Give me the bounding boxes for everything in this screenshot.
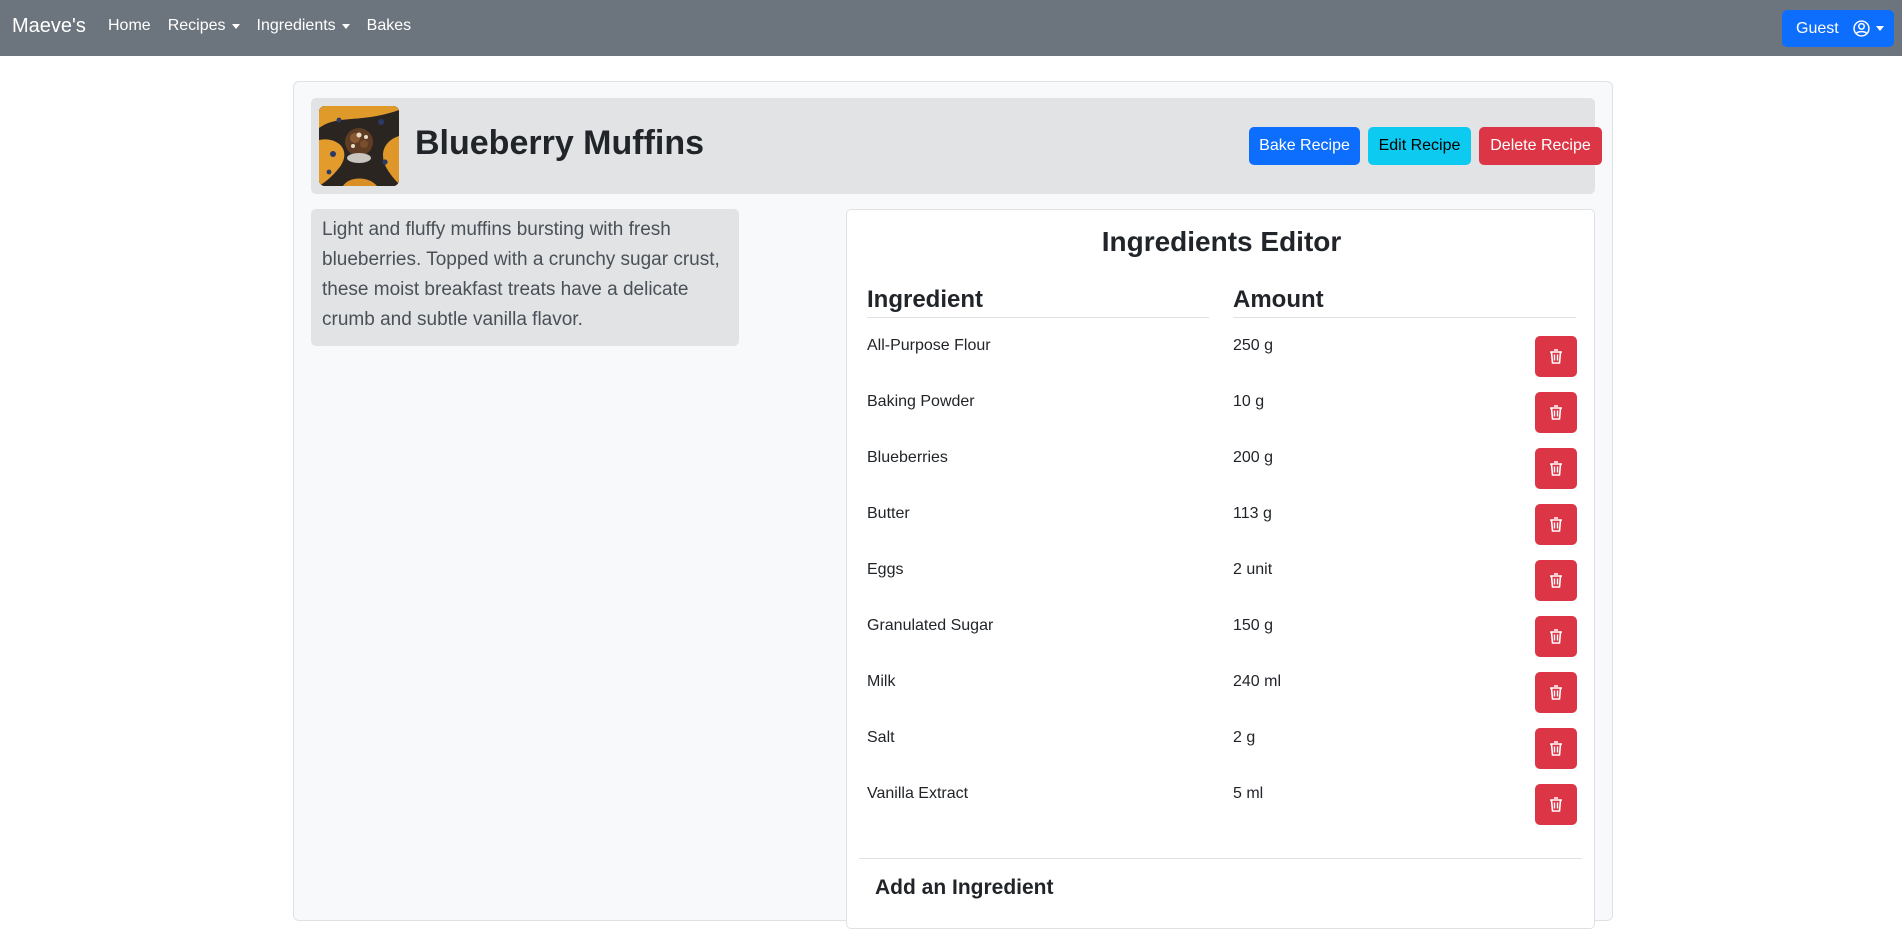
caret-down-icon (1875, 26, 1884, 31)
ingredient-name: All-Purpose Flour (867, 337, 991, 354)
trash-icon (1550, 685, 1562, 700)
navbar: Maeve's Home Recipes Ingredients Bakes G… (0, 0, 1902, 56)
bake-recipe-button[interactable]: Bake Recipe (1249, 127, 1360, 165)
nav-links: Home Recipes Ingredients Bakes (108, 17, 411, 35)
page-title: Blueberry Muffins (415, 124, 705, 162)
trash-icon (1550, 573, 1562, 588)
brand-link[interactable]: Maeve's (12, 15, 86, 38)
user-icon-group (1853, 20, 1884, 37)
ingredient-row: Milk 240 ml (847, 658, 1596, 714)
ingredient-row: Butter 113 g (847, 490, 1596, 546)
ingredient-amount: 150 g (1233, 617, 1274, 634)
ingredient-amount: 10 g (1233, 393, 1265, 410)
delete-ingredient-button[interactable] (1535, 616, 1577, 657)
ingredient-column-header: Ingredient (867, 286, 1209, 318)
ingredient-amount: 5 ml (1233, 785, 1264, 802)
ingredient-name: Salt (867, 729, 895, 746)
caret-down-icon (231, 23, 240, 29)
trash-icon (1550, 461, 1562, 476)
delete-ingredient-button[interactable] (1535, 336, 1577, 377)
ingredient-name: Milk (867, 673, 896, 690)
ingredient-row: Salt 2 g (847, 714, 1596, 770)
ingredient-row: All-Purpose Flour 250 g (847, 322, 1596, 378)
trash-icon (1550, 517, 1562, 532)
delete-ingredient-button[interactable] (1535, 784, 1577, 825)
ingredient-amount: 2 g (1233, 729, 1256, 746)
ingredient-name: Blueberries (867, 449, 948, 466)
user-menu-button[interactable]: Guest (1782, 10, 1894, 47)
nav-ingredients-label: Ingredients (256, 17, 336, 34)
ingredient-list: All-Purpose Flour 250 g Baking Powder 10… (847, 322, 1596, 826)
ingredient-amount: 113 g (1233, 505, 1272, 522)
ingredient-name: Baking Powder (867, 393, 975, 410)
user-menu-label: Guest (1796, 19, 1839, 37)
ingredient-name: Vanilla Extract (867, 785, 969, 802)
delete-ingredient-button[interactable] (1535, 672, 1577, 713)
caret-down-icon (341, 23, 350, 29)
ingredient-row: Granulated Sugar 150 g (847, 602, 1596, 658)
delete-ingredient-button[interactable] (1535, 504, 1577, 545)
recipe-card: Blueberry Muffins Bake Recipe Edit Recip… (293, 81, 1613, 929)
editor-title: Ingredients Editor (1101, 226, 1342, 257)
ingredient-row: Blueberries 200 g (847, 434, 1596, 490)
trash-icon (1550, 741, 1562, 756)
delete-ingredient-button[interactable] (1535, 560, 1577, 601)
nav-home-link[interactable]: Home (108, 17, 151, 35)
trash-icon (1550, 797, 1562, 812)
nav-bakes-link[interactable]: Bakes (367, 17, 411, 35)
trash-icon (1550, 405, 1562, 420)
recipe-description: Light and fluffy muffins bursting with f… (311, 209, 739, 346)
nav-recipes-dropdown[interactable]: Recipes (168, 17, 240, 35)
ingredient-name: Eggs (867, 561, 904, 578)
ingredient-row: Vanilla Extract 5 ml (847, 770, 1596, 826)
ingredient-amount: 250 g (1233, 337, 1274, 354)
edit-recipe-button[interactable]: Edit Recipe (1368, 127, 1471, 165)
ingredient-row: Baking Powder 10 g (847, 378, 1596, 434)
trash-icon (1550, 349, 1562, 364)
ingredients-editor: Ingredients Editor Ingredient Amount All… (846, 209, 1595, 929)
person-circle-icon (1853, 20, 1870, 37)
trash-icon (1550, 629, 1562, 644)
muffin-photo (319, 106, 399, 186)
nav-home-label: Home (108, 17, 151, 34)
delete-ingredient-button[interactable] (1535, 392, 1577, 433)
ingredient-amount: 2 unit (1233, 561, 1273, 578)
ingredient-amount: 240 ml (1233, 673, 1282, 690)
nav-ingredients-dropdown[interactable]: Ingredients (257, 17, 350, 35)
add-ingredient-heading: Add an Ingredient (875, 876, 1054, 899)
ingredient-name: Butter (867, 505, 910, 522)
recipe-header: Blueberry Muffins Bake Recipe Edit Recip… (311, 98, 1602, 194)
ingredient-amount: 200 g (1233, 449, 1274, 466)
amount-column-header: Amount (1233, 286, 1576, 318)
delete-recipe-button[interactable]: Delete Recipe (1479, 127, 1602, 165)
nav-bakes-label: Bakes (366, 17, 412, 34)
section-divider (859, 858, 1582, 859)
recipe-image (319, 106, 399, 186)
delete-ingredient-button[interactable] (1535, 728, 1577, 769)
ingredient-row: Eggs 2 unit (847, 546, 1596, 602)
ingredient-name: Granulated Sugar (867, 617, 994, 634)
nav-recipes-label: Recipes (167, 17, 226, 34)
delete-ingredient-button[interactable] (1535, 448, 1577, 489)
